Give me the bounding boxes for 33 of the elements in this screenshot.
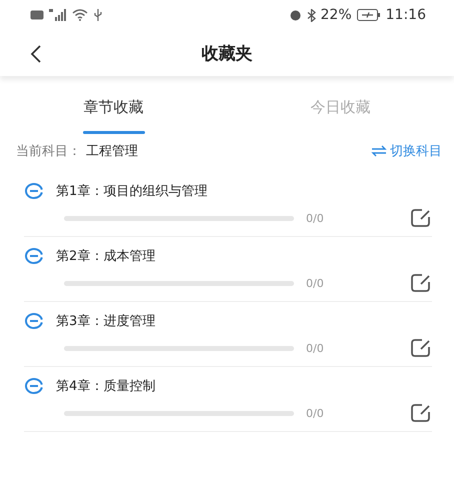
clock-time: 11:16 — [386, 7, 426, 23]
collapse-icon[interactable] — [24, 378, 44, 394]
bluetooth-icon — [306, 8, 316, 22]
hd-icon — [30, 10, 44, 20]
subject-label: 当前科目： — [16, 143, 81, 160]
signal-icon — [49, 9, 67, 21]
chapter-title: 第2章：成本管理 — [56, 248, 156, 265]
chapter-title: 第3章：进度管理 — [56, 313, 156, 330]
chapter-title: 第4章：质量控制 — [56, 378, 156, 395]
tab[interactable]: 章节收藏 — [0, 90, 227, 140]
edit-icon[interactable] — [410, 273, 432, 293]
collapse-icon[interactable] — [24, 248, 44, 264]
switch-subject-button[interactable]: 切换科目 — [371, 142, 442, 160]
back-icon[interactable] — [30, 45, 42, 63]
edit-icon[interactable] — [410, 338, 432, 358]
progress-count: 0/0 — [306, 212, 325, 224]
battery-percent: 22% — [320, 7, 352, 23]
page-title: 收藏夹 — [202, 42, 252, 64]
chapter-title: 第1章：项目的组织与管理 — [56, 183, 208, 200]
edit-icon[interactable] — [410, 208, 432, 228]
swap-icon — [371, 145, 387, 157]
progress-count: 0/0 — [306, 406, 325, 420]
tab[interactable]: 今日收藏 — [227, 90, 454, 140]
subject-name: 工程管理 — [86, 143, 138, 160]
progress-count: 0/0 — [306, 276, 325, 290]
battery-icon — [356, 9, 381, 21]
alarm-icon — [288, 9, 302, 21]
collapse-icon[interactable] — [24, 313, 44, 329]
usb-icon — [93, 9, 103, 21]
edit-icon[interactable] — [410, 403, 432, 423]
wifi-icon — [72, 9, 88, 21]
collapse-icon[interactable] — [24, 183, 44, 199]
progress-count: 0/0 — [306, 342, 325, 354]
